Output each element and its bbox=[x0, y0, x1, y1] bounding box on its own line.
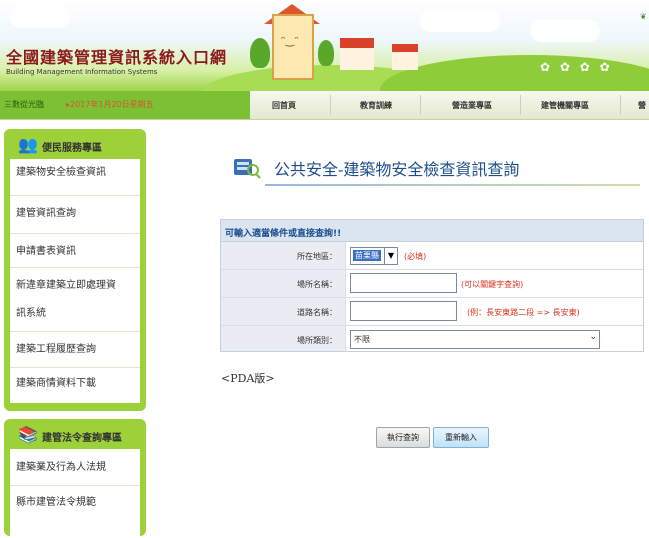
sidebar-item-info-query[interactable]: 建管資訊查詢 bbox=[16, 203, 76, 225]
welcome-strip: 三數從光臨 ▸2017年1月20日星期五 bbox=[0, 91, 250, 119]
nav-divider bbox=[520, 95, 521, 115]
sidebar-item-building-inspection[interactable]: 建築物安全檢查資訊 bbox=[16, 162, 106, 184]
pda-version-link[interactable]: <PDA版> bbox=[221, 370, 275, 386]
place-type-select[interactable]: 不限 ⌄ bbox=[350, 330, 600, 349]
sidebar-divider bbox=[10, 195, 140, 196]
sidebar-divider bbox=[10, 233, 140, 234]
sidebar-item-laws[interactable]: 建築業及行為人法規 bbox=[16, 457, 106, 479]
form-label-cell: 所在地區： bbox=[221, 242, 346, 269]
form-header: 可輸入適當條件或直接查詢!! bbox=[221, 220, 643, 242]
book-icon: 📚 bbox=[18, 425, 38, 444]
sidebar-panel-header: 👥 便民服務專區 bbox=[4, 129, 146, 159]
form-label-cell: 場所類別： bbox=[221, 326, 346, 351]
chevron-down-icon: ⌄ bbox=[589, 332, 597, 342]
form-row-type: 場所類別： 不限 ⌄ bbox=[221, 326, 643, 351]
road-name-input[interactable] bbox=[350, 301, 457, 321]
form-row-road: 道路名稱： (例：長安東路二段 => 長安東) bbox=[221, 298, 643, 326]
form-label-cell: 道路名稱： bbox=[221, 298, 346, 325]
welcome-text: 三數從光臨 bbox=[4, 100, 44, 109]
area-label: 所在地區： bbox=[297, 252, 337, 261]
house-decoration bbox=[392, 44, 418, 70]
sidebar-item-forms[interactable]: 申請書表資訊 bbox=[16, 241, 76, 263]
area-select[interactable]: 苗栗縣 ▼ bbox=[350, 247, 398, 265]
road-example-hint: (例：長安東路二段 => 長安東) bbox=[467, 308, 580, 317]
place-name-input[interactable] bbox=[350, 273, 457, 293]
building-search-icon bbox=[234, 159, 261, 179]
tree-decoration bbox=[318, 40, 334, 66]
leaf-icon: ❦ bbox=[640, 12, 647, 21]
site-subtitle: Building Management Information Systems bbox=[6, 68, 158, 76]
page-title: 公共安全-建築物安全檢查資訊查詢 bbox=[274, 160, 520, 179]
place-label: 場所名稱： bbox=[297, 280, 337, 289]
title-underline bbox=[265, 184, 640, 186]
current-date: ▸2017年1月20日星期五 bbox=[66, 100, 154, 109]
people-icon: 👥 bbox=[18, 135, 38, 154]
form-row-area: 所在地區： 苗栗縣 ▼ (必填) bbox=[221, 242, 643, 270]
sidebar-divider bbox=[10, 367, 140, 368]
type-label: 場所類別： bbox=[297, 336, 337, 345]
form-row-place: 場所名稱： (可以關鍵字查詢) bbox=[221, 270, 643, 298]
header-banner: ᵔ‿ᵔ ✿ ✿ ✿ ✿ 全國建築管理資訊系統入口網 Building Manag… bbox=[0, 0, 649, 91]
top-navbar: 三數從光臨 ▸2017年1月20日星期五 回首頁 教育訓練 營造業專區 建管機關… bbox=[0, 91, 649, 120]
nav-item-home[interactable]: 回首頁 bbox=[272, 100, 296, 111]
sidebar-panel-title: 建管法令查詢專區 bbox=[42, 433, 122, 444]
search-form: 可輸入適當條件或直接查詢!! 所在地區： 苗栗縣 ▼ (必填) 場所名稱： (可… bbox=[220, 219, 644, 352]
house-decoration bbox=[340, 38, 374, 70]
sidebar-panel-title: 便民服務專區 bbox=[42, 143, 102, 154]
sidebar-list: 建築業及行為人法規 縣市建管法令規範 bbox=[10, 449, 140, 536]
sidebar-panel-services: 👥 便民服務專區 建築物安全檢查資訊 建管資訊查詢 申請書表資訊 新違章建築立即… bbox=[4, 129, 146, 411]
sidebar-item-illegal-building-cont[interactable]: 訊系統 bbox=[16, 303, 46, 325]
site-title[interactable]: 全國建築管理資訊系統入口網 bbox=[6, 44, 227, 68]
cloud-decoration bbox=[420, 10, 500, 32]
sidebar-item-market-download[interactable]: 建築商情資料下載 bbox=[16, 373, 96, 395]
chevron-down-icon: ▼ bbox=[384, 248, 397, 264]
sidebar-divider bbox=[10, 331, 140, 332]
sidebar-divider bbox=[10, 267, 140, 268]
reset-button[interactable]: 重新輸入 bbox=[433, 427, 489, 448]
form-label-cell: 場所名稱： bbox=[221, 270, 346, 297]
nav-item-agency[interactable]: 建管機關專區 bbox=[541, 100, 589, 111]
place-type-value: 不限 bbox=[354, 335, 370, 344]
area-required-hint: (必填) bbox=[404, 252, 427, 261]
house-face-graphic: ᵔ‿ᵔ bbox=[281, 34, 299, 47]
cloud-decoration bbox=[10, 6, 70, 28]
sidebar-item-county-regulations[interactable]: 縣市建管法令規範 bbox=[16, 492, 96, 514]
cloud-decoration bbox=[530, 20, 600, 42]
nav-item-more[interactable]: 營 bbox=[638, 100, 646, 111]
tree-decoration bbox=[250, 38, 270, 68]
nav-item-construction[interactable]: 營造業專區 bbox=[452, 100, 492, 111]
nav-divider bbox=[620, 95, 621, 115]
sidebar-item-illegal-building[interactable]: 新違章建築立即處理資 bbox=[16, 275, 116, 297]
sidebar-item-construction-history[interactable]: 建築工程履歷查詢 bbox=[16, 339, 96, 361]
sidebar-panel-header: 📚 建管法令查詢專區 bbox=[4, 419, 146, 449]
house-mascot-graphic bbox=[272, 14, 314, 80]
road-label: 道路名稱： bbox=[297, 308, 337, 317]
sidebar-panel-regulations: 📚 建管法令查詢專區 建築業及行為人法規 縣市建管法令規範 bbox=[4, 419, 146, 536]
sidebar-divider bbox=[10, 485, 140, 486]
place-keyword-hint: (可以關鍵字查詢) bbox=[461, 280, 524, 289]
nav-item-training[interactable]: 教育訓練 bbox=[360, 100, 392, 111]
area-select-value: 苗栗縣 bbox=[353, 250, 381, 261]
sidebar-list: 建築物安全檢查資訊 建管資訊查詢 申請書表資訊 新違章建築立即處理資 訊系統 建… bbox=[10, 159, 140, 403]
execute-query-button[interactable]: 執行查詢 bbox=[376, 427, 430, 448]
nav-divider bbox=[330, 95, 331, 115]
flowers-decoration: ✿ ✿ ✿ ✿ bbox=[540, 60, 613, 74]
form-header-text: 可輸入適當條件或直接查詢!! bbox=[225, 229, 342, 239]
nav-divider bbox=[420, 95, 421, 115]
